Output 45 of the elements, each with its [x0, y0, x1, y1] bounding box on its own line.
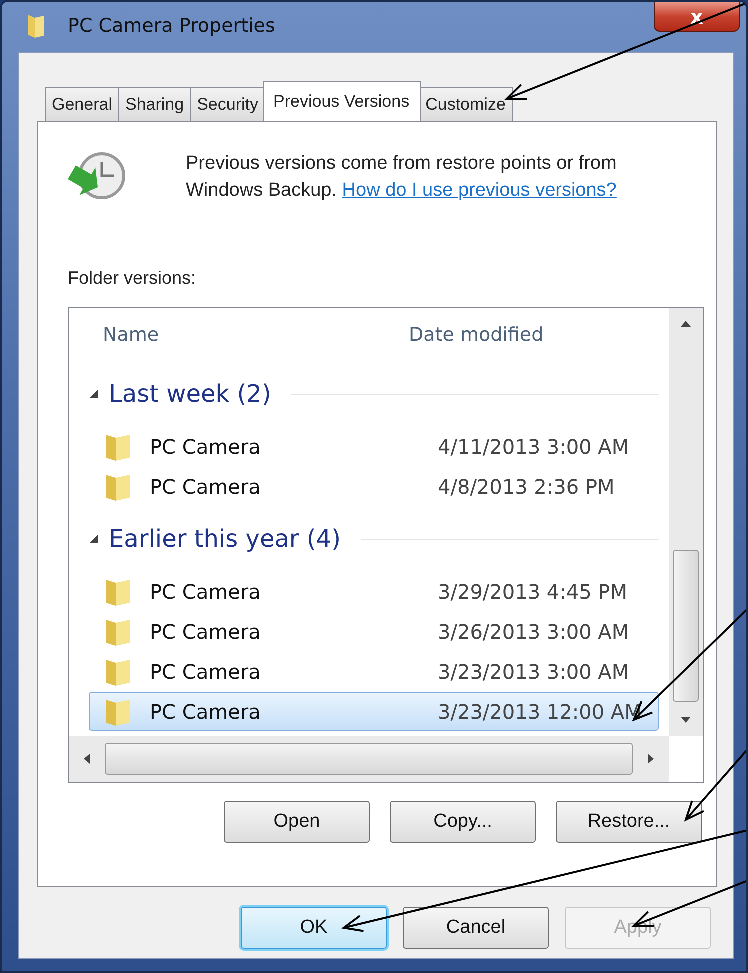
date-text: 3/23/2013 3:00 AM: [438, 660, 630, 684]
action-button[interactable]: Copy...: [390, 801, 536, 843]
window-title: PC Camera Properties: [68, 15, 276, 37]
help-link[interactable]: How do I use previous versions?: [342, 180, 617, 201]
scroll-up-icon[interactable]: [680, 320, 692, 328]
date-text: 3/29/2013 4:45 PM: [438, 580, 628, 604]
file-name: PC Camera: [150, 660, 262, 684]
date-text: 4/11/2013 3:00 AM: [438, 434, 630, 458]
tab[interactable]: Previous Versions: [262, 81, 421, 121]
scroll-thumb[interactable]: [673, 550, 699, 702]
vertical-scrollbar[interactable]: [669, 308, 703, 736]
description-text: Previous versions come from restore points or from Windows Backup. How do I use previous versions?: [186, 152, 618, 203]
file-name: PC Camera: [150, 474, 262, 498]
date-text: 3/26/2013 3:00 AM: [438, 620, 630, 644]
scroll-thumb[interactable]: [105, 743, 633, 775]
folder-icon: [26, 13, 46, 39]
folder-versions-label: Folder versions:: [68, 268, 198, 289]
file-name: PC Camera: [150, 580, 262, 604]
dialog-button[interactable]: OK: [241, 907, 387, 949]
expanded-icon[interactable]: [89, 534, 99, 544]
column-header[interactable]: Name: [89, 324, 409, 346]
action-button[interactable]: Restore...: [556, 801, 702, 843]
horizontal-scrollbar[interactable]: [69, 736, 669, 782]
version-row[interactable]: PC Camera 3/29/2013 4:45 PM: [89, 572, 659, 611]
file-name: PC Camera: [150, 434, 262, 458]
tab[interactable]: Security: [190, 87, 266, 121]
tab[interactable]: Customize: [418, 87, 513, 121]
version-row[interactable]: PC Camera 3/26/2013 3:00 AM: [89, 612, 659, 651]
version-row[interactable]: PC Camera 4/11/2013 3:00 AM: [89, 427, 659, 466]
date-text: 4/8/2013 2:36 PM: [438, 474, 615, 498]
group-heading[interactable]: Earlier this year (4): [109, 525, 341, 553]
file-name: PC Camera: [150, 620, 262, 644]
tab[interactable]: General: [45, 87, 120, 121]
expanded-icon[interactable]: [89, 389, 99, 399]
column-header[interactable]: Date modified: [409, 324, 544, 346]
scroll-down-icon[interactable]: [680, 716, 692, 724]
version-row[interactable]: PC Camera 4/8/2013 2:36 PM: [89, 467, 659, 506]
version-row[interactable]: PC Camera 3/23/2013 3:00 AM: [89, 652, 659, 691]
group-heading[interactable]: Last week (2): [109, 380, 272, 408]
file-name: PC Camera: [150, 700, 262, 724]
dialog-button[interactable]: Cancel: [403, 907, 549, 949]
scroll-right-icon[interactable]: [647, 753, 655, 765]
scroll-left-icon[interactable]: [83, 753, 91, 765]
tab[interactable]: Sharing: [118, 87, 192, 121]
action-button[interactable]: Open: [224, 801, 370, 843]
